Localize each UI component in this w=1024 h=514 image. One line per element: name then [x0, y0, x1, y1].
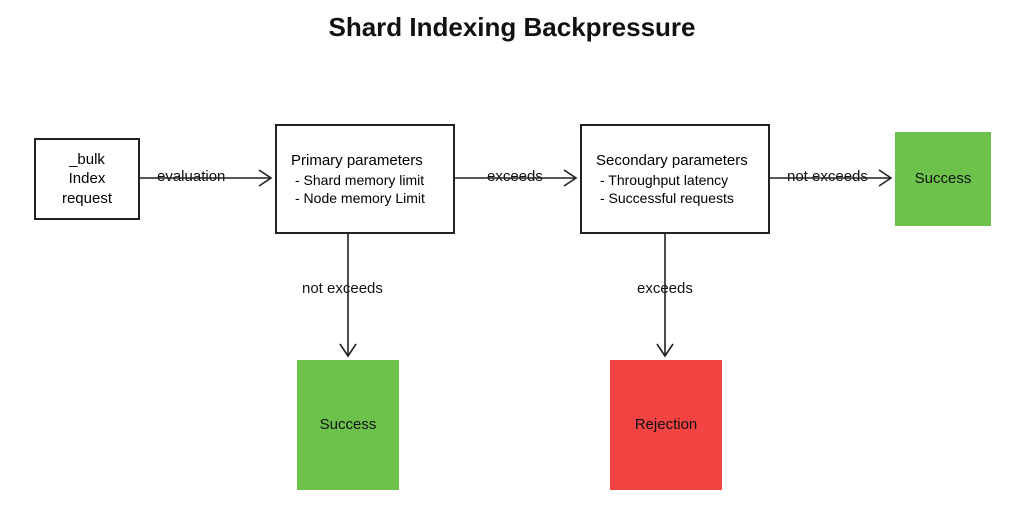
text: - Node memory Limit — [291, 189, 425, 207]
edge-label-not-exceeds-down: not exceeds — [300, 280, 385, 297]
edge-label-exceeds-down: exceeds — [635, 280, 695, 297]
text: - Throughput latency — [596, 171, 728, 189]
node-success-right: Success — [895, 132, 991, 226]
edge-label-exceeds-right: exceeds — [485, 168, 545, 185]
text: Secondary parameters — [596, 151, 748, 171]
text: Success — [320, 415, 377, 435]
edge-label-evaluation: evaluation — [155, 168, 227, 185]
text: _bulk — [69, 150, 105, 170]
node-success-below-primary: Success — [297, 360, 399, 490]
text: Primary parameters — [291, 151, 423, 171]
text: - Shard memory limit — [291, 171, 424, 189]
text: request — [62, 189, 112, 209]
text: - Successful requests — [596, 189, 734, 207]
diagram-title: Shard Indexing Backpressure — [0, 12, 1024, 43]
text: Index — [69, 169, 106, 189]
node-bulk-request: _bulk Index request — [34, 138, 140, 220]
edge-label-not-exceeds-right: not exceeds — [785, 168, 870, 185]
text: Rejection — [635, 415, 698, 435]
node-secondary-parameters: Secondary parameters - Throughput latenc… — [580, 124, 770, 234]
node-primary-parameters: Primary parameters - Shard memory limit … — [275, 124, 455, 234]
text: Success — [915, 169, 972, 189]
arrows-layer — [0, 0, 1024, 514]
node-rejection: Rejection — [610, 360, 722, 490]
